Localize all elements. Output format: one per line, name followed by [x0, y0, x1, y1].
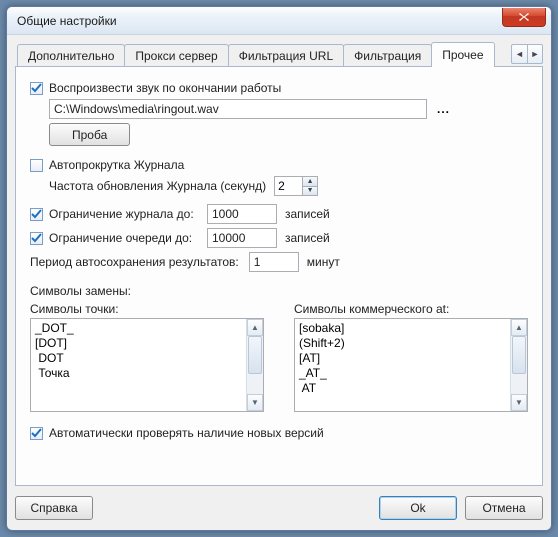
spinner-down[interactable]: ▼ — [303, 187, 317, 196]
journal-limit-input[interactable] — [207, 204, 277, 224]
tab-url-filter[interactable]: Фильтрация URL — [228, 44, 344, 66]
refresh-freq-label: Частота обновления Журнала (секунд) — [49, 179, 266, 193]
cancel-button[interactable]: Отмена — [465, 496, 543, 520]
scrollbar[interactable]: ▲ ▼ — [510, 319, 527, 411]
journal-limit-unit: записей — [285, 207, 330, 221]
close-icon — [518, 12, 530, 22]
scroll-up-icon[interactable]: ▲ — [511, 319, 527, 336]
autosave-unit: минут — [307, 255, 340, 269]
help-button[interactable]: Справка — [15, 496, 93, 520]
tab-additional[interactable]: Дополнительно — [17, 44, 125, 66]
tab-scroll: ◄ ► — [511, 43, 543, 65]
tab-other[interactable]: Прочее — [431, 42, 494, 66]
queue-limit-checkbox[interactable] — [30, 232, 43, 245]
queue-limit-label: Ограничение очереди до: — [49, 231, 207, 245]
scroll-thumb[interactable] — [512, 336, 526, 374]
list-item[interactable]: AT — [297, 381, 525, 396]
refresh-freq-input[interactable] — [274, 176, 302, 196]
titlebar[interactable]: Общие настройки — [7, 7, 551, 35]
list-item[interactable]: [AT] — [297, 351, 525, 366]
check-icon — [31, 428, 42, 439]
scroll-down-icon[interactable]: ▼ — [511, 394, 527, 411]
list-item[interactable]: _AT_ — [297, 366, 525, 381]
tab-scroll-left[interactable]: ◄ — [511, 44, 527, 64]
dot-symbols-label: Символы точки: — [30, 302, 264, 316]
scrollbar[interactable]: ▲ ▼ — [246, 319, 263, 411]
tab-scroll-right[interactable]: ► — [527, 44, 543, 64]
autoscroll-checkbox[interactable] — [30, 159, 43, 172]
autosave-input[interactable] — [249, 252, 299, 272]
close-button[interactable] — [502, 8, 546, 27]
replace-lists: Символы точки: _DOT_ [DOT] DOT Точка ▲ ▼ — [30, 302, 528, 412]
sound-path-input[interactable] — [49, 99, 427, 119]
autoupdate-label: Автоматически проверять наличие новых ве… — [49, 426, 324, 440]
scroll-down-icon[interactable]: ▼ — [247, 394, 263, 411]
client-area: Дополнительно Прокси сервер Фильтрация U… — [15, 43, 543, 486]
tab-filter[interactable]: Фильтрация — [343, 44, 432, 66]
replace-header: Символы замены: — [30, 284, 131, 298]
list-item[interactable]: [sobaka] — [297, 321, 525, 336]
check-icon — [31, 209, 42, 220]
refresh-freq-spinner[interactable]: ▲ ▼ — [274, 176, 318, 196]
autoscroll-label: Автопрокрутка Журнала — [49, 158, 184, 172]
play-sound-label: Воспроизвести звук по окончании работы — [49, 81, 281, 95]
window-title: Общие настройки — [17, 14, 117, 28]
play-sound-checkbox[interactable] — [30, 82, 43, 95]
ok-button[interactable]: Ok — [379, 496, 457, 520]
list-item[interactable]: DOT — [33, 351, 261, 366]
check-icon — [31, 83, 42, 94]
autoupdate-checkbox[interactable] — [30, 427, 43, 440]
list-item[interactable]: Точка — [33, 366, 261, 381]
at-symbols-list[interactable]: [sobaka] (Shift+2) [AT] _AT_ AT ▲ ▼ — [294, 318, 528, 412]
tab-strip: Дополнительно Прокси сервер Фильтрация U… — [15, 43, 543, 67]
spinner-up[interactable]: ▲ — [303, 177, 317, 187]
tab-proxy[interactable]: Прокси сервер — [124, 44, 228, 66]
settings-window: Общие настройки Дополнительно Прокси сер… — [6, 6, 552, 531]
test-sound-button[interactable]: Проба — [49, 123, 130, 146]
journal-limit-checkbox[interactable] — [30, 208, 43, 221]
autosave-label: Период автосохранения результатов: — [30, 255, 239, 269]
list-item[interactable]: [DOT] — [33, 336, 261, 351]
check-icon — [31, 233, 42, 244]
journal-limit-label: Ограничение журнала до: — [49, 207, 207, 221]
tab-page-other: Воспроизвести звук по окончании работы .… — [15, 67, 543, 486]
list-item[interactable]: _DOT_ — [33, 321, 261, 336]
queue-limit-unit: записей — [285, 231, 330, 245]
dot-symbols-list[interactable]: _DOT_ [DOT] DOT Точка ▲ ▼ — [30, 318, 264, 412]
scroll-thumb[interactable] — [248, 336, 262, 374]
list-item[interactable]: (Shift+2) — [297, 336, 525, 351]
browse-sound-button[interactable]: ... — [433, 102, 454, 116]
queue-limit-input[interactable] — [207, 228, 277, 248]
at-symbols-label: Символы коммерческого at: — [294, 302, 528, 316]
scroll-up-icon[interactable]: ▲ — [247, 319, 263, 336]
button-bar: Справка Ok Отмена — [15, 494, 543, 522]
